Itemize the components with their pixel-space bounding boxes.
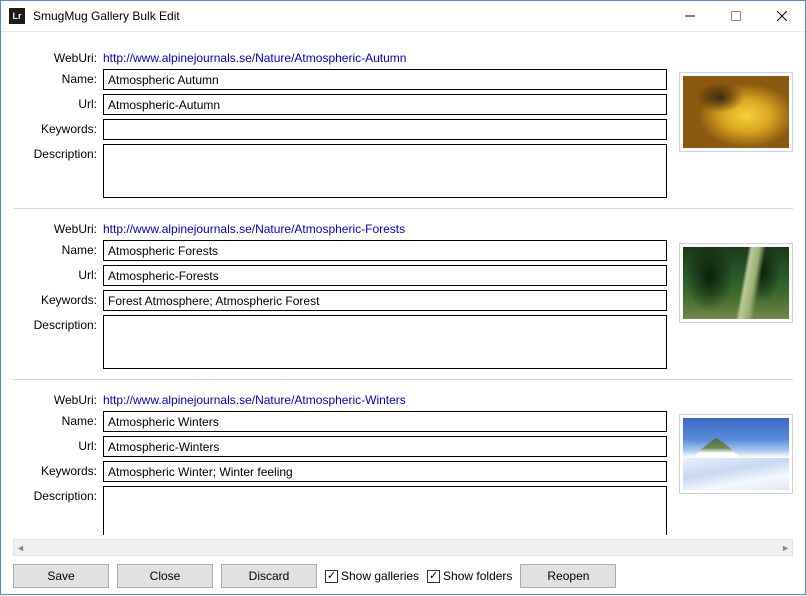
close-window-button[interactable] [759, 1, 805, 32]
gallery-thumbnail[interactable] [679, 243, 793, 323]
label-weburi: WebUri: [13, 219, 97, 236]
horizontal-scrollbar[interactable]: ◄ ► [13, 539, 793, 556]
name-input[interactable] [103, 240, 667, 261]
weburi-link[interactable]: http://www.alpinejournals.se/Nature/Atmo… [103, 219, 667, 236]
checkbox-label: Show folders [443, 569, 512, 583]
keywords-input[interactable] [103, 119, 667, 140]
label-name: Name: [13, 240, 97, 257]
reopen-button[interactable]: Reopen [520, 564, 616, 588]
label-description: Description: [13, 144, 97, 161]
keywords-input[interactable] [103, 290, 667, 311]
label-name: Name: [13, 69, 97, 86]
app-icon: Lr [9, 8, 25, 24]
label-description: Description: [13, 315, 97, 332]
weburi-link[interactable]: http://www.alpinejournals.se/Nature/Atmo… [103, 48, 667, 65]
description-input[interactable] [103, 144, 667, 198]
gallery-thumbnail[interactable] [679, 414, 793, 494]
maximize-button[interactable] [713, 1, 759, 32]
label-weburi: WebUri: [13, 48, 97, 65]
url-input[interactable] [103, 265, 667, 286]
label-name: Name: [13, 411, 97, 428]
url-input[interactable] [103, 94, 667, 115]
titlebar: Lr SmugMug Gallery Bulk Edit [1, 1, 805, 32]
label-url: Url: [13, 265, 97, 282]
scroll-right-icon[interactable]: ► [781, 543, 790, 553]
close-button[interactable]: Close [117, 564, 213, 588]
name-input[interactable] [103, 69, 667, 90]
checkbox-label: Show galleries [341, 569, 419, 583]
description-input[interactable] [103, 486, 667, 535]
minimize-button[interactable] [667, 1, 713, 32]
scroll-left-icon[interactable]: ◄ [16, 543, 25, 553]
gallery-entry: WebUri: http://www.alpinejournals.se/Nat… [13, 42, 793, 208]
gallery-entry: WebUri: http://www.alpinejournals.se/Nat… [13, 208, 793, 379]
show-galleries-checkbox[interactable]: ✓ Show galleries [325, 569, 419, 583]
discard-button[interactable]: Discard [221, 564, 317, 588]
button-row: Save Close Discard ✓ Show galleries ✓ Sh… [13, 556, 793, 588]
label-weburi: WebUri: [13, 390, 97, 407]
gallery-list: WebUri: http://www.alpinejournals.se/Nat… [13, 42, 793, 535]
checkbox-icon: ✓ [427, 570, 440, 583]
weburi-link[interactable]: http://www.alpinejournals.se/Nature/Atmo… [103, 390, 667, 407]
checkbox-icon: ✓ [325, 570, 338, 583]
label-url: Url: [13, 436, 97, 453]
gallery-entry: WebUri: http://www.alpinejournals.se/Nat… [13, 379, 793, 535]
gallery-thumbnail[interactable] [679, 72, 793, 152]
name-input[interactable] [103, 411, 667, 432]
label-description: Description: [13, 486, 97, 503]
label-keywords: Keywords: [13, 290, 97, 307]
label-url: Url: [13, 94, 97, 111]
url-input[interactable] [103, 436, 667, 457]
label-keywords: Keywords: [13, 461, 97, 478]
description-input[interactable] [103, 315, 667, 369]
save-button[interactable]: Save [13, 564, 109, 588]
keywords-input[interactable] [103, 461, 667, 482]
window-title: SmugMug Gallery Bulk Edit [33, 9, 180, 23]
label-keywords: Keywords: [13, 119, 97, 136]
show-folders-checkbox[interactable]: ✓ Show folders [427, 569, 512, 583]
